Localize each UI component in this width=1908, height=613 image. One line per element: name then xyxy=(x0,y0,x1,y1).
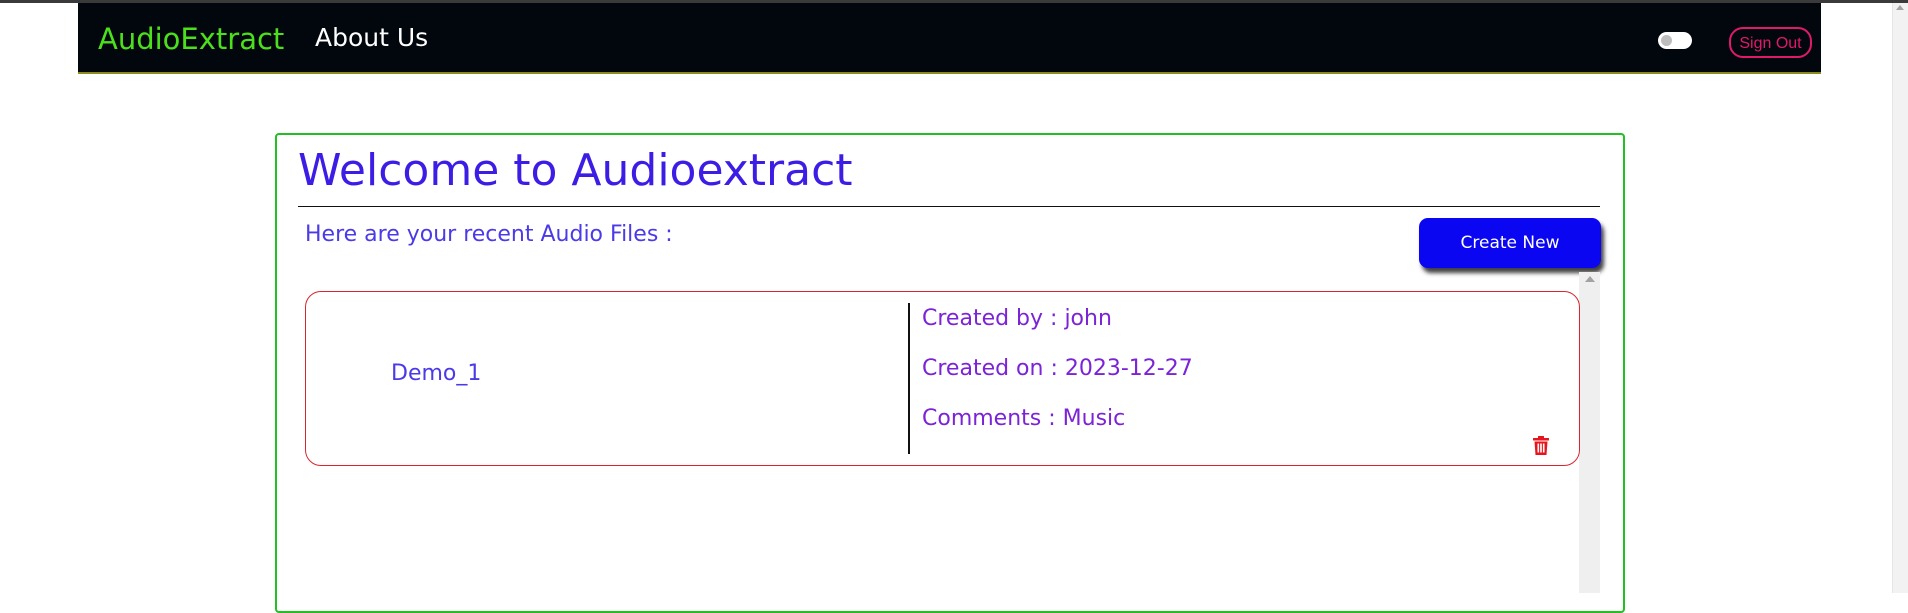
theme-toggle[interactable] xyxy=(1658,32,1692,49)
recent-files-label: Here are your recent Audio Files : xyxy=(305,222,673,247)
create-new-button[interactable]: Create New xyxy=(1419,218,1601,268)
file-created-by: Created by : john xyxy=(922,306,1112,331)
navbar: AudioExtract About Us Sign Out xyxy=(78,3,1821,74)
file-comments: Comments : Music xyxy=(922,406,1126,431)
trash-icon[interactable] xyxy=(1533,436,1549,455)
toggle-switch-icon xyxy=(1661,35,1672,46)
scroll-up-arrow-icon[interactable] xyxy=(1585,276,1595,282)
sign-out-button[interactable]: Sign Out xyxy=(1729,27,1812,58)
window-scroll-up-icon[interactable] xyxy=(1896,5,1904,10)
audio-file-name[interactable]: Demo_1 xyxy=(391,361,481,386)
page-title: Welcome to Audioextract xyxy=(298,145,853,196)
files-scrollbar[interactable] xyxy=(1579,272,1600,593)
about-us-link[interactable]: About Us xyxy=(315,23,428,52)
title-divider xyxy=(298,206,1600,207)
file-created-on: Created on : 2023-12-27 xyxy=(922,356,1193,381)
file-card-divider xyxy=(908,303,910,454)
window-scrollbar[interactable] xyxy=(1892,3,1908,593)
brand-logo[interactable]: AudioExtract xyxy=(98,22,284,56)
